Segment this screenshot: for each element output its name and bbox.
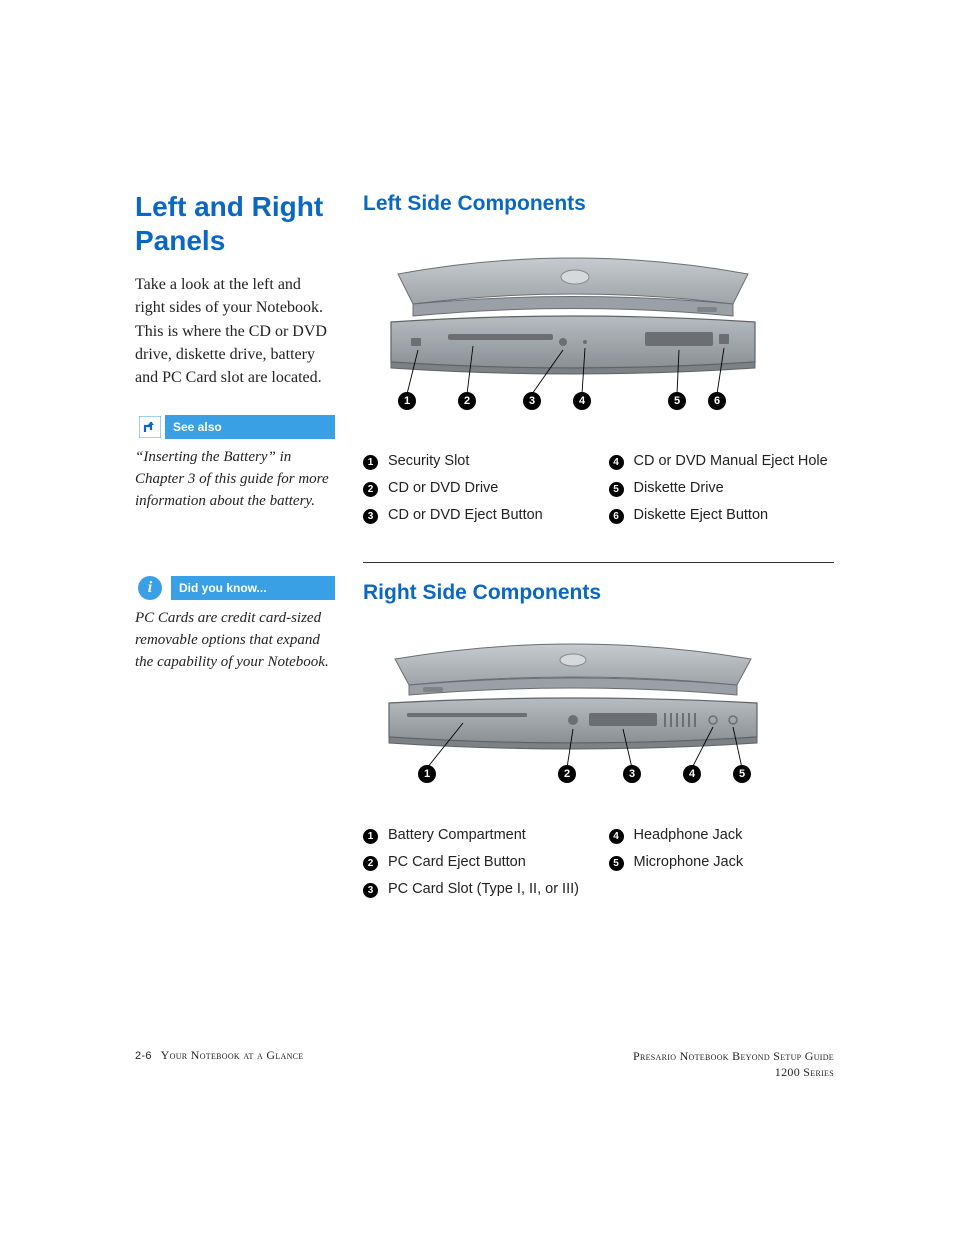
left-side-heading: Left Side Components	[363, 192, 834, 216]
legend-item: 5 Microphone Jack	[609, 854, 835, 871]
legend-label: CD or DVD Manual Eject Hole	[634, 453, 828, 469]
document-page: Left and Right Panels Take a look at the…	[0, 0, 954, 1235]
legend-col: 4 CD or DVD Manual Eject Hole 5 Diskette Dr…	[609, 453, 835, 534]
intro-paragraph: Take a look at the left and right sides …	[135, 273, 335, 389]
right-side-heading: Right Side Components	[363, 581, 834, 605]
legend-label: Microphone Jack	[634, 854, 744, 870]
callout-marker: 6	[708, 392, 726, 410]
see-also-label: See also	[165, 415, 335, 439]
callout-marker: 3	[523, 392, 541, 410]
callout-marker: 4	[573, 392, 591, 410]
see-also-bar: See also	[135, 415, 335, 439]
callout-marker: 5	[668, 392, 686, 410]
legend-item: 1 Security Slot	[363, 453, 589, 470]
legend-number-icon: 1	[363, 455, 378, 470]
dyk-label: Did you know...	[171, 576, 335, 600]
legend-item: 1 Battery Compartment	[363, 827, 589, 844]
dyk-text: PC Cards are credit card-sized removable…	[135, 608, 335, 673]
legend-number-icon: 5	[609, 482, 624, 497]
see-also-callout: See also “Inserting the Battery” in Chap…	[135, 415, 335, 512]
callout-marker: 3	[623, 765, 641, 783]
callout-marker: 1	[418, 765, 436, 783]
did-you-know-callout: i Did you know... PC Cards are credit ca…	[135, 576, 335, 673]
legend-col: 1 Battery Compartment 2 PC Card Eject Butto…	[363, 827, 589, 908]
footer-left-text: Your Notebook at a Glance	[161, 1048, 304, 1062]
legend-item: 6 Diskette Eject Button	[609, 507, 835, 524]
legend-item: 3 CD or DVD Eject Button	[363, 507, 589, 524]
legend-number-icon: 6	[609, 509, 624, 524]
callout-marker: 1	[398, 392, 416, 410]
callout-marker: 2	[458, 392, 476, 410]
left-column: Left and Right Panels Take a look at the…	[135, 190, 335, 908]
legend-label: PC Card Eject Button	[388, 854, 526, 870]
footer-left: 2-6 Your Notebook at a Glance	[135, 1048, 304, 1063]
footer-right-line1: Presario Notebook Beyond Setup Guide	[633, 1048, 834, 1064]
legend-label: CD or DVD Drive	[388, 480, 498, 496]
callout-marker: 4	[683, 765, 701, 783]
legend-col: 4 Headphone Jack 5 Microphone Jack	[609, 827, 835, 908]
two-column-layout: Left and Right Panels Take a look at the…	[135, 190, 834, 908]
left-side-illustration: 1 2 3 4 5 6	[363, 234, 834, 429]
callout-marker: 5	[733, 765, 751, 783]
page-footer: 2-6 Your Notebook at a Glance Presario N…	[135, 1048, 834, 1080]
see-also-arrow-icon	[135, 415, 165, 439]
legend-label: Diskette Drive	[634, 480, 724, 496]
right-column: Left Side Components	[363, 190, 834, 908]
legend-label: Battery Compartment	[388, 827, 526, 843]
legend-number-icon: 5	[609, 856, 624, 871]
legend-number-icon: 2	[363, 482, 378, 497]
legend-item: 5 Diskette Drive	[609, 480, 835, 497]
callout-marker: 2	[558, 765, 576, 783]
legend-label: PC Card Slot (Type I, II, or III)	[388, 881, 579, 897]
page-number: 2-6	[135, 1050, 152, 1062]
right-side-legend: 1 Battery Compartment 2 PC Card Eject Butto…	[363, 827, 834, 908]
legend-number-icon: 4	[609, 455, 624, 470]
legend-label: CD or DVD Eject Button	[388, 507, 543, 523]
info-icon: i	[135, 576, 165, 600]
section-divider	[363, 562, 834, 563]
legend-label: Security Slot	[388, 453, 469, 469]
legend-item: 3 PC Card Slot (Type I, II, or III)	[363, 881, 589, 898]
legend-number-icon: 2	[363, 856, 378, 871]
footer-right-line2: 1200 Series	[633, 1064, 834, 1080]
legend-label: Headphone Jack	[634, 827, 743, 843]
legend-number-icon: 3	[363, 509, 378, 524]
footer-right: Presario Notebook Beyond Setup Guide 120…	[633, 1048, 834, 1080]
left-side-legend: 1 Security Slot 2 CD or DVD Drive 3 CD or DVD…	[363, 453, 834, 534]
see-also-text: “Inserting the Battery” in Chapter 3 of …	[135, 447, 335, 512]
legend-col: 1 Security Slot 2 CD or DVD Drive 3 CD or DVD…	[363, 453, 589, 534]
dyk-bar: i Did you know...	[135, 576, 335, 600]
main-heading: Left and Right Panels	[135, 190, 335, 257]
legend-item: 4 CD or DVD Manual Eject Hole	[609, 453, 835, 470]
legend-item: 2 CD or DVD Drive	[363, 480, 589, 497]
legend-item: 4 Headphone Jack	[609, 827, 835, 844]
legend-number-icon: 1	[363, 829, 378, 844]
legend-number-icon: 4	[609, 829, 624, 844]
legend-item: 2 PC Card Eject Button	[363, 854, 589, 871]
right-side-illustration: 1 2 3 4 5	[363, 623, 834, 803]
legend-label: Diskette Eject Button	[634, 507, 769, 523]
legend-number-icon: 3	[363, 883, 378, 898]
